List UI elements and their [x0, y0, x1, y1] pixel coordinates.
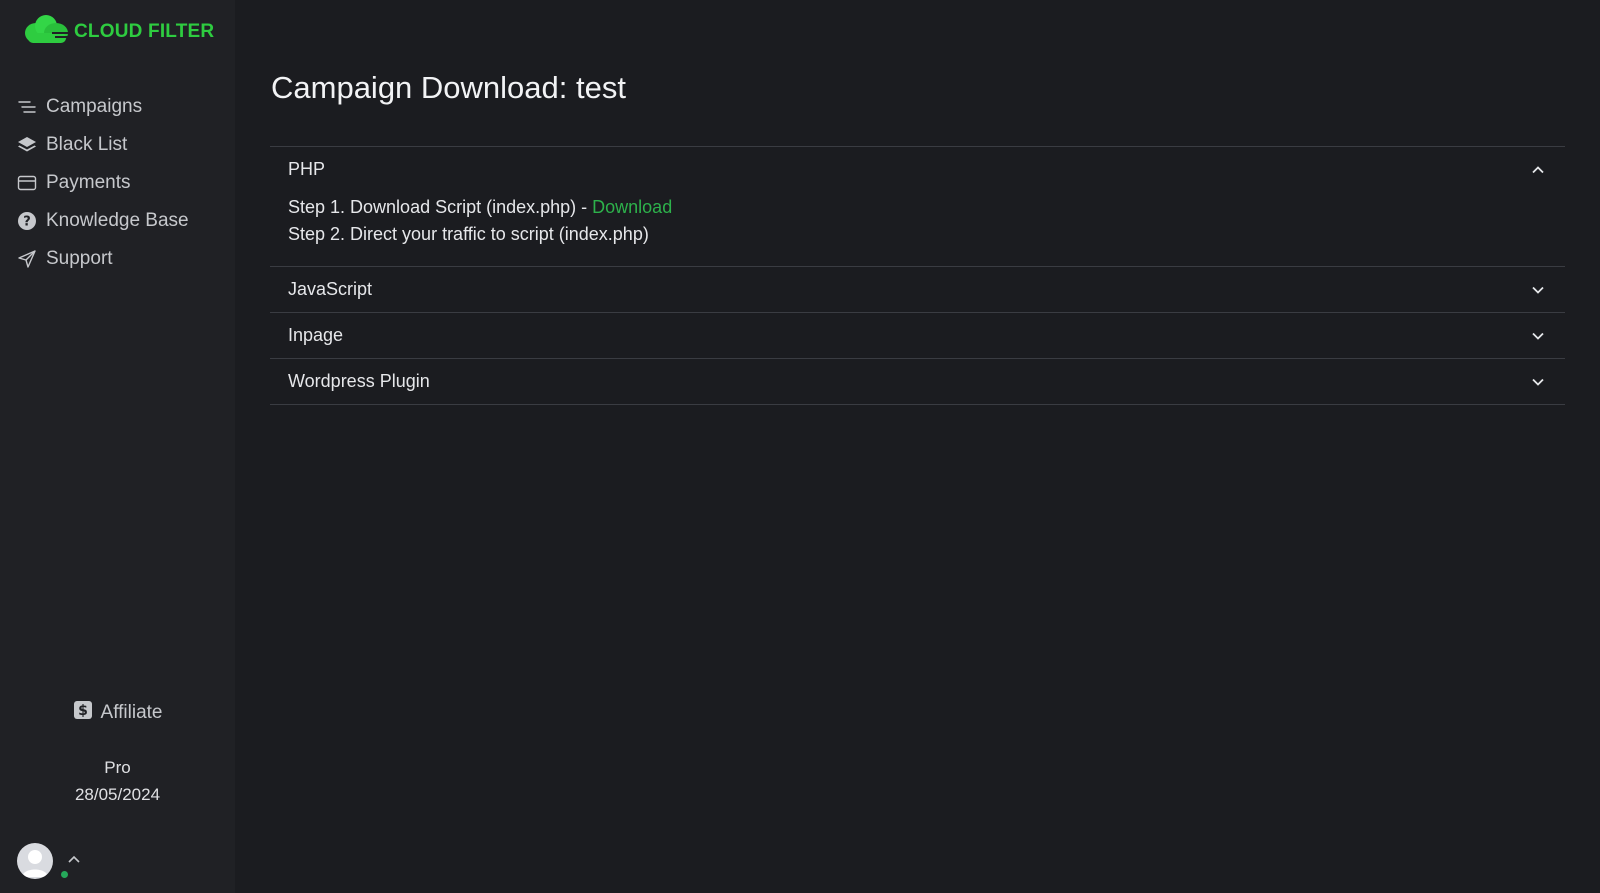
sidebar-item-label: Knowledge Base [46, 210, 189, 231]
accordion-label: JavaScript [288, 279, 373, 299]
affiliate-link[interactable]: $ Affiliate [0, 700, 235, 726]
credit-card-icon [16, 172, 38, 194]
logo[interactable]: CLOUD FILTER [22, 14, 214, 49]
sidebar-item-campaigns[interactable]: Campaigns [16, 88, 226, 126]
accordion-label: Inpage [288, 325, 344, 345]
accordion-label: Wordpress Plugin [288, 371, 430, 391]
sidebar-item-label: Black List [46, 134, 128, 155]
download-link[interactable]: Download [592, 197, 672, 217]
app: CLOUD FILTER Campaigns Black List Paymen… [0, 0, 1600, 893]
sidebar-item-support[interactable]: Support [16, 240, 226, 278]
step-1: Step 1. Download Script (index.php) - Do… [288, 194, 1547, 221]
user-menu[interactable] [17, 843, 81, 880]
brand-name: CLOUD FILTER [74, 20, 215, 42]
sidebar-item-knowledge-base[interactable]: ? Knowledge Base [16, 202, 226, 240]
main-content: Campaign Download: test PHP Step 1. Down… [235, 0, 1600, 893]
accordion-item-php: PHP Step 1. Download Script (index.php) … [270, 147, 1565, 267]
accordion-header-javascript[interactable]: JavaScript [270, 267, 1565, 312]
step-2: Step 2. Direct your traffic to script (i… [288, 224, 649, 244]
sidebar: CLOUD FILTER Campaigns Black List Paymen… [0, 0, 235, 893]
accordion-header-php[interactable]: PHP [270, 147, 1565, 192]
download-accordion: PHP Step 1. Download Script (index.php) … [270, 146, 1565, 405]
chevron-down-icon [1532, 378, 1544, 386]
plan-date: 28/05/2024 [74, 785, 161, 804]
chevron-down-icon [1532, 286, 1544, 294]
chevron-up-icon [1532, 165, 1544, 173]
chevron-down-icon [1532, 332, 1544, 340]
cloud-logo-icon [22, 14, 70, 49]
chevron-up-icon[interactable] [67, 852, 81, 871]
svg-text:?: ? [23, 215, 31, 230]
page-title: Campaign Download: test [271, 70, 626, 105]
accordion-item-inpage: Inpage [270, 313, 1565, 359]
sidebar-item-label: Campaigns [46, 96, 143, 117]
accordion-item-javascript: JavaScript [270, 267, 1565, 313]
affiliate-label: Affiliate [100, 702, 163, 723]
svg-text:$: $ [78, 703, 88, 719]
sidebar-item-label: Support [46, 248, 113, 269]
question-circle-icon: ? [16, 210, 38, 232]
accordion-item-wordpress-plugin: Wordpress Plugin [270, 359, 1565, 405]
sidebar-item-black-list[interactable]: Black List [16, 126, 226, 164]
menu-lines-icon [16, 96, 38, 118]
accordion-header-wordpress-plugin[interactable]: Wordpress Plugin [270, 359, 1565, 404]
user-icon [22, 850, 48, 877]
sidebar-item-label: Payments [46, 172, 131, 193]
online-status-dot [59, 869, 70, 880]
accordion-body-php: Step 1. Download Script (index.php) - Do… [270, 192, 1565, 266]
dollar-icon: $ [73, 700, 93, 726]
sidebar-nav: Campaigns Black List Payments ? Knowledg… [16, 88, 226, 278]
accordion-label: PHP [288, 159, 326, 179]
avatar[interactable] [17, 843, 53, 879]
plan-name: Pro [104, 758, 131, 777]
layers-icon [16, 134, 38, 156]
accordion-header-inpage[interactable]: Inpage [270, 313, 1565, 358]
sidebar-item-payments[interactable]: Payments [16, 164, 226, 202]
paper-plane-icon [16, 248, 38, 270]
plan-info: Pro 28/05/2024 [0, 754, 235, 808]
step-1-text: Step 1. Download Script (index.php) - [288, 197, 593, 217]
